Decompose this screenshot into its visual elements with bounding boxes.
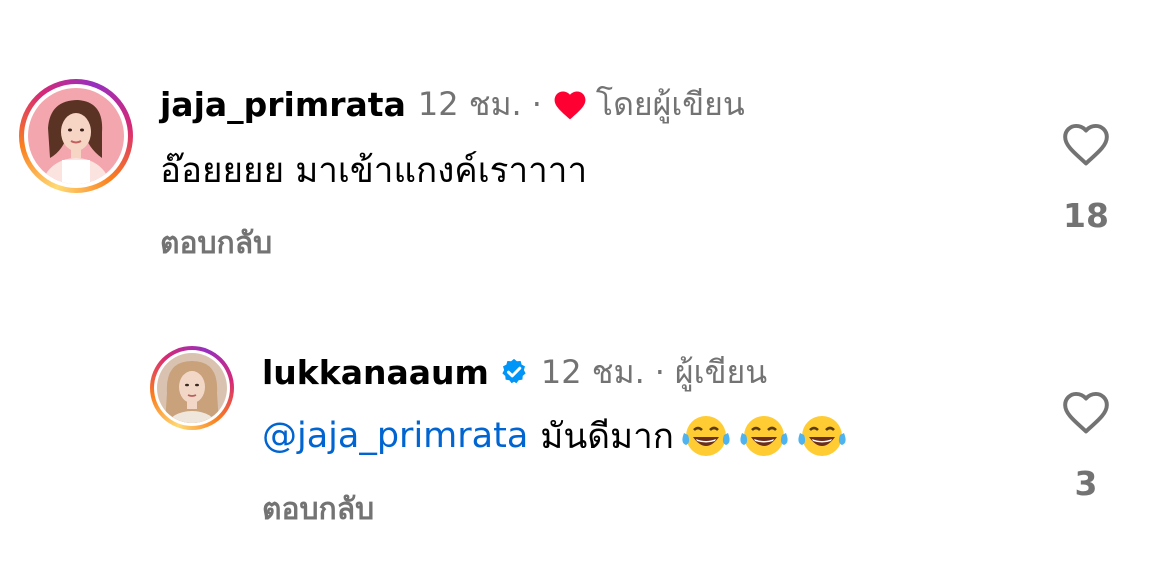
reply-button[interactable]: ตอบกลับ <box>262 486 374 533</box>
mention-link[interactable]: @jaja_primrata <box>262 416 528 456</box>
like-column: 3 <box>1056 388 1116 503</box>
avatar-photo-icon <box>28 88 124 184</box>
avatar-story-ring[interactable] <box>19 79 133 193</box>
liked-by-author-heart-icon <box>552 88 588 120</box>
like-heart-icon[interactable] <box>1061 388 1111 434</box>
reply-button[interactable]: ตอบกลับ <box>160 220 272 267</box>
avatar[interactable] <box>157 353 227 423</box>
comment-body: อ๊อยยยย มาเข้าแกงค์เราาาา <box>160 150 588 191</box>
comment-text: อ๊อยยยย มาเข้าแกงค์เราาาา <box>160 148 587 192</box>
comment-body: มันดีมาก <box>540 416 674 457</box>
username-link[interactable]: jaja_primrata <box>160 85 406 124</box>
timestamp[interactable]: 12 ชม. <box>541 347 645 398</box>
like-count: 18 <box>1063 196 1109 235</box>
like-count: 3 <box>1074 464 1098 503</box>
liked-by-author-label: โดยผู้เขียน <box>595 84 745 123</box>
avatar[interactable] <box>28 88 124 184</box>
like-column: 18 <box>1056 120 1116 235</box>
verified-badge-icon <box>499 357 529 387</box>
comment-meta: lukkanaaum 12 ชม. · ผู้เขียน <box>262 352 767 392</box>
timestamp[interactable]: 12 ชม. <box>418 79 522 130</box>
like-heart-icon[interactable] <box>1061 120 1111 166</box>
comment-meta: jaja_primrata 12 ชม. · โดยผู้เขียน <box>160 84 745 124</box>
username-link[interactable]: lukkanaaum <box>262 353 489 392</box>
author-label: ผู้เขียน <box>674 352 768 391</box>
avatar-story-ring[interactable] <box>150 346 234 430</box>
laughing-tears-emoji-icon <box>796 413 848 459</box>
laughing-tears-emoji-icon <box>680 413 732 459</box>
separator-dot: · <box>654 353 665 391</box>
laughing-tears-emoji-icon <box>738 413 790 459</box>
avatar-photo-icon <box>157 353 227 423</box>
separator-dot: · <box>531 85 542 123</box>
comment-text: @jaja_primrata มันดีมาก <box>262 414 848 458</box>
